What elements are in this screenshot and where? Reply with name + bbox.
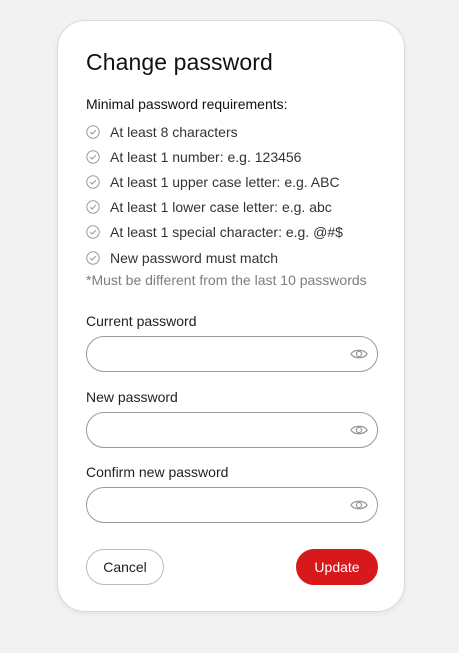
requirement-text: At least 1 lower case letter: e.g. abc bbox=[110, 199, 332, 216]
cancel-button[interactable]: Cancel bbox=[86, 549, 164, 585]
dialog-title: Change password bbox=[86, 49, 273, 75]
requirement-text: At least 1 special character: e.g. @#$ bbox=[110, 224, 343, 241]
requirement-item: New password must match bbox=[86, 245, 343, 270]
check-circle-icon bbox=[86, 150, 100, 164]
current-password-field-wrapper bbox=[86, 336, 378, 372]
requirement-item: At least 1 number: e.g. 123456 bbox=[86, 144, 343, 169]
check-circle-icon bbox=[86, 250, 100, 265]
current-password-label: Current password bbox=[86, 313, 197, 329]
requirements-heading: Minimal password requirements: bbox=[86, 96, 288, 112]
new-password-field-wrapper bbox=[86, 412, 378, 448]
update-button[interactable]: Update bbox=[296, 549, 378, 585]
requirement-text: At least 8 characters bbox=[110, 123, 238, 140]
requirement-text: At least 1 upper case letter: e.g. ABC bbox=[110, 173, 340, 190]
new-password-input[interactable] bbox=[87, 413, 337, 447]
confirm-password-input[interactable] bbox=[87, 488, 337, 522]
requirement-item: At least 1 upper case letter: e.g. ABC bbox=[86, 169, 343, 194]
requirements-list: At least 8 characters At least 1 number:… bbox=[86, 119, 343, 270]
check-circle-icon bbox=[86, 200, 100, 214]
check-circle-icon bbox=[86, 225, 100, 240]
eye-icon[interactable] bbox=[350, 346, 368, 362]
current-password-input[interactable] bbox=[87, 337, 337, 371]
check-circle-icon bbox=[86, 175, 100, 189]
password-history-note: *Must be different from the last 10 pass… bbox=[86, 272, 367, 288]
change-password-dialog: Change password Minimal password require… bbox=[57, 20, 405, 612]
confirm-password-field-wrapper bbox=[86, 487, 378, 523]
confirm-password-label: Confirm new password bbox=[86, 464, 229, 480]
requirement-item: At least 1 lower case letter: e.g. abc bbox=[86, 195, 343, 220]
requirement-text: At least 1 number: e.g. 123456 bbox=[110, 148, 302, 165]
new-password-label: New password bbox=[86, 389, 178, 405]
requirement-text: New password must match bbox=[110, 249, 279, 266]
requirement-item: At least 1 special character: e.g. @#$ bbox=[86, 220, 343, 245]
check-circle-icon bbox=[86, 124, 100, 139]
requirement-item: At least 8 characters bbox=[86, 119, 343, 144]
eye-icon[interactable] bbox=[350, 497, 368, 513]
eye-icon[interactable] bbox=[350, 422, 368, 438]
